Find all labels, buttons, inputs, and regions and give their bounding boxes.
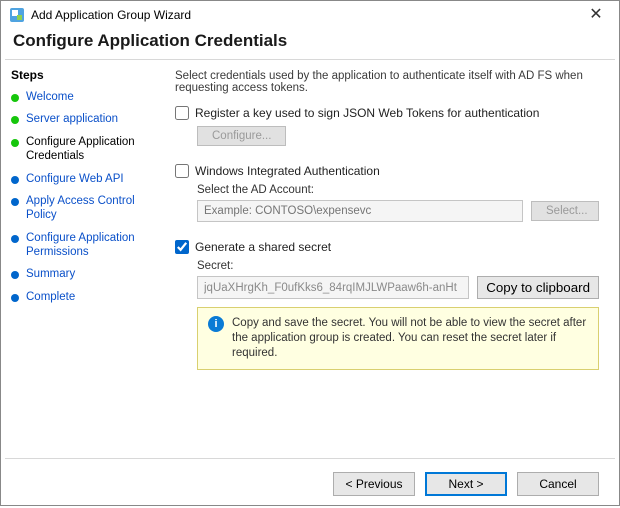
cancel-button[interactable]: Cancel bbox=[517, 472, 599, 496]
close-icon[interactable]: ✕ bbox=[581, 7, 611, 23]
steps-sidebar: Steps Welcome Server application Configu… bbox=[1, 60, 169, 458]
wia-sublabel: Select the AD Account: bbox=[197, 184, 599, 196]
step-summary[interactable]: Summary bbox=[11, 267, 161, 281]
shared-secret-label: Generate a shared secret bbox=[195, 240, 331, 254]
info-panel: i Copy and save the secret. You will not… bbox=[197, 307, 599, 370]
step-configure-credentials[interactable]: Configure Application Credentials bbox=[11, 135, 161, 164]
next-button[interactable]: Next > bbox=[425, 472, 507, 496]
step-server-application[interactable]: Server application bbox=[11, 112, 161, 126]
page-title: Configure Application Credentials bbox=[13, 31, 607, 51]
window-title: Add Application Group Wizard bbox=[31, 8, 581, 22]
step-label: Server application bbox=[26, 112, 118, 126]
page-header: Configure Application Credentials bbox=[1, 25, 619, 59]
step-label: Apply Access Control Policy bbox=[26, 194, 161, 223]
info-icon: i bbox=[208, 316, 224, 332]
step-configure-web-api[interactable]: Configure Web API bbox=[11, 172, 161, 186]
step-label: Summary bbox=[26, 267, 75, 281]
section-shared-secret: Generate a shared secret Secret: Copy to… bbox=[175, 240, 599, 370]
step-bullet-done-icon bbox=[11, 116, 19, 124]
jwt-checkbox[interactable] bbox=[175, 106, 189, 120]
secret-sublabel: Secret: bbox=[197, 260, 599, 272]
step-label: Configure Application Permissions bbox=[26, 231, 161, 260]
step-label: Configure Web API bbox=[26, 172, 124, 186]
step-bullet-todo-icon bbox=[11, 235, 19, 243]
main-panel: Select credentials used by the applicati… bbox=[169, 60, 619, 458]
step-access-control[interactable]: Apply Access Control Policy bbox=[11, 194, 161, 223]
previous-button[interactable]: < Previous bbox=[333, 472, 415, 496]
step-label: Configure Application Credentials bbox=[26, 135, 161, 164]
section-jwt: Register a key used to sign JSON Web Tok… bbox=[175, 106, 599, 146]
secret-field[interactable] bbox=[197, 276, 469, 299]
jwt-configure-button[interactable]: Configure... bbox=[197, 126, 286, 146]
title-bar: Add Application Group Wizard ✕ bbox=[1, 1, 619, 25]
step-welcome[interactable]: Welcome bbox=[11, 90, 161, 104]
step-bullet-todo-icon bbox=[11, 271, 19, 279]
ad-account-field[interactable] bbox=[197, 200, 523, 222]
step-label: Complete bbox=[26, 290, 75, 304]
section-wia: Windows Integrated Authentication Select… bbox=[175, 164, 599, 222]
step-bullet-current-icon bbox=[11, 139, 19, 147]
step-complete[interactable]: Complete bbox=[11, 290, 161, 304]
step-bullet-todo-icon bbox=[11, 198, 19, 206]
copy-clipboard-button[interactable]: Copy to clipboard bbox=[477, 276, 599, 299]
wia-label: Windows Integrated Authentication bbox=[195, 164, 380, 178]
select-account-button[interactable]: Select... bbox=[531, 201, 599, 221]
step-bullet-todo-icon bbox=[11, 176, 19, 184]
intro-text: Select credentials used by the applicati… bbox=[175, 70, 599, 94]
app-icon bbox=[9, 7, 25, 23]
step-bullet-done-icon bbox=[11, 94, 19, 102]
info-text: Copy and save the secret. You will not b… bbox=[232, 316, 588, 361]
step-permissions[interactable]: Configure Application Permissions bbox=[11, 231, 161, 260]
shared-secret-checkbox[interactable] bbox=[175, 240, 189, 254]
step-label: Welcome bbox=[26, 90, 74, 104]
steps-header: Steps bbox=[11, 68, 161, 82]
jwt-label: Register a key used to sign JSON Web Tok… bbox=[195, 106, 539, 120]
footer: < Previous Next > Cancel bbox=[5, 458, 615, 508]
wia-checkbox[interactable] bbox=[175, 164, 189, 178]
step-bullet-todo-icon bbox=[11, 294, 19, 302]
